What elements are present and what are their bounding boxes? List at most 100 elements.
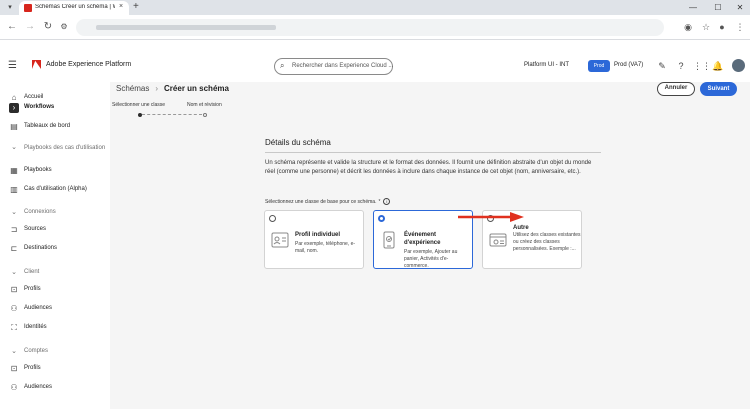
section-divider	[265, 152, 601, 153]
radio-individual-profile[interactable]	[269, 215, 276, 222]
next-button[interactable]: Suivant	[700, 82, 737, 96]
global-search-input[interactable]: ⌕ Rechercher dans Experience Cloud ...	[274, 58, 393, 75]
search-icon: ⌕	[280, 61, 285, 70]
breadcrumb: Schémas › Créer un schéma	[116, 84, 229, 93]
section-description: Un schéma représente et valide la struct…	[265, 160, 592, 175]
destinations-icon: ⊏	[10, 244, 18, 253]
required-mark: *	[378, 198, 381, 205]
chevron-down-icon: ⌄	[11, 269, 17, 276]
base-class-label-text: Sélectionnez une classe de base pour ce …	[265, 198, 377, 205]
sidebar-item-label: Audiences	[24, 384, 53, 390]
profiles-icon: ⊡	[10, 364, 18, 373]
cancel-button[interactable]: Annuler	[657, 82, 695, 96]
base-class-label: Sélectionnez une classe de base pour ce …	[265, 198, 391, 205]
option-description: Utilisez des classes existantes ou créez…	[513, 232, 581, 252]
audiences-icon: ⚇	[10, 304, 18, 313]
sandbox-badge[interactable]: Prod	[588, 60, 610, 72]
option-description: Par exemple, téléphone, e-mail, nom.	[295, 241, 356, 254]
sidebar-item-identities[interactable]: ⛶ Identités	[0, 320, 110, 336]
reload-icon[interactable]: ↻	[42, 21, 54, 33]
apps-grid-icon[interactable]: ⋮⋮	[693, 60, 711, 72]
sidebar-section-label: Comptes	[24, 348, 49, 354]
kebab-menu-icon[interactable]: ⋮	[734, 21, 746, 33]
url-text-redacted	[96, 25, 276, 30]
minimize-button[interactable]: —	[683, 1, 703, 14]
user-avatar[interactable]	[732, 59, 745, 72]
sidebar-item-sources[interactable]: ⊐ Sources	[0, 222, 110, 238]
identities-icon: ⛶	[11, 323, 17, 332]
step-dot-current	[138, 113, 142, 117]
site-settings-icon[interactable]: ⚙	[58, 21, 70, 33]
sidebar-item-use-cases[interactable]: ▥ Cas d'utilisation (Alpha)	[0, 182, 110, 198]
hamburger-menu-icon[interactable]: ☰	[8, 60, 17, 71]
sidebar-item-label: Tableaux de bord	[24, 123, 71, 129]
app-header: ☰ Adobe Experience Platform ⌕ Rechercher…	[0, 50, 750, 82]
tab-close-icon[interactable]: ×	[119, 3, 123, 10]
experience-event-icon	[383, 231, 395, 249]
sidebar-section-client[interactable]: ⌄ Client	[0, 265, 110, 279]
step-label-select-class: Sélectionner une classe	[112, 102, 166, 108]
sidebar-section-connections[interactable]: ⌄ Connexions	[0, 205, 110, 219]
sidebar-item-label: Cas d'utilisation (Alpha)	[24, 186, 87, 192]
feedback-icon[interactable]: ✎	[656, 60, 668, 72]
sidebar-item-label: Identités	[24, 324, 47, 330]
maximize-button[interactable]: ☐	[708, 1, 728, 14]
class-option-individual-profile[interactable]: Profil individuel Par exemple, téléphone…	[264, 210, 364, 269]
browser-tab[interactable]: Schémas Créer un schéma | Wo ×	[19, 1, 129, 15]
sidebar-item-workflows[interactable]: › Workflows	[0, 100, 110, 116]
sidebar-section-accounts[interactable]: ⌄ Comptes	[0, 344, 110, 358]
breadcrumb-root[interactable]: Schémas	[116, 84, 149, 93]
sidebar-item-label: Audiences	[24, 305, 53, 311]
step-dot-pending	[203, 113, 207, 117]
sidebar-item-label: Destinations	[24, 245, 58, 251]
annotation-arrow-icon	[458, 212, 524, 222]
workflows-icon: ›	[9, 103, 19, 113]
option-title: Événement d'expérience	[404, 232, 441, 246]
radio-experience-event[interactable]	[378, 215, 385, 222]
url-input[interactable]	[76, 19, 664, 36]
sidebar-item-label: Workflows	[24, 104, 55, 110]
sidebar-item-playbooks[interactable]: ▦ Playbooks	[0, 163, 110, 179]
address-bar: ← → ↻ ⚙ ◉ ☆ ● ⋮	[0, 15, 750, 40]
sandbox-name[interactable]: Prod (VA7)	[614, 62, 643, 68]
sidebar-item-audiences[interactable]: ⚇ Audiences	[0, 301, 110, 317]
help-icon[interactable]: ?	[675, 60, 687, 72]
option-description: Par exemple, Ajouter au panier, Activité…	[404, 249, 458, 269]
back-icon[interactable]: ←	[6, 21, 18, 33]
browser-tabstrip: ▾ Schémas Créer un schéma | Wo × + — ☐ ✕	[0, 0, 750, 15]
sidebar-item-label: Profils	[24, 286, 41, 292]
chevron-down-icon: ⌄	[11, 144, 17, 151]
new-tab-button[interactable]: +	[133, 1, 139, 12]
other-class-icon	[489, 233, 507, 247]
notifications-bell-icon[interactable]: 🔔	[712, 60, 724, 72]
forward-icon[interactable]: →	[24, 21, 36, 33]
tab-title: Schémas Créer un schéma | Wo	[35, 4, 115, 10]
org-switcher[interactable]: Platform UI - INT	[524, 62, 569, 68]
sidebar-section-label: Connexions	[24, 209, 56, 215]
tab-search-icon[interactable]: ▾	[4, 2, 16, 13]
main-content: Schémas › Créer un schéma Annuler Suivant …	[110, 82, 750, 409]
star-icon[interactable]: ☆	[700, 21, 712, 33]
audiences-icon: ⚇	[10, 383, 18, 392]
eye-off-icon[interactable]: ◉	[682, 21, 694, 33]
breadcrumb-current: Créer un schéma	[164, 84, 229, 93]
wizard-steps: Sélectionner une classe Nom et révision	[110, 102, 310, 120]
profile-icon[interactable]: ●	[716, 21, 728, 33]
sidebar-item-destinations[interactable]: ⊏ Destinations	[0, 241, 110, 257]
search-placeholder: Rechercher dans Experience Cloud ...	[292, 63, 394, 69]
sources-icon: ⊐	[10, 225, 18, 234]
sidebar-section-playbooks[interactable]: ⌄ Playbooks des cas d'utilisation	[0, 140, 110, 162]
sidebar-item-account-audiences[interactable]: ⚇ Audiences	[0, 380, 110, 396]
close-window-button[interactable]: ✕	[730, 1, 750, 14]
profiles-icon: ⊡	[10, 285, 18, 294]
use-cases-icon: ▥	[10, 185, 18, 194]
sidebar-item-account-profiles[interactable]: ⊡ Profils	[0, 361, 110, 377]
sidebar-item-profiles[interactable]: ⊡ Profils	[0, 282, 110, 298]
schema-details-panel: Détails du schéma Un schéma représente e…	[260, 130, 606, 409]
option-title: Profil individuel	[295, 232, 341, 238]
sidebar-item-label: Sources	[24, 226, 47, 232]
app-title[interactable]: Adobe Experience Platform	[46, 61, 131, 68]
info-icon[interactable]: i	[383, 198, 391, 205]
step-connector	[142, 114, 202, 115]
sidebar-item-dashboards[interactable]: ▤ Tableaux de bord	[0, 119, 110, 135]
